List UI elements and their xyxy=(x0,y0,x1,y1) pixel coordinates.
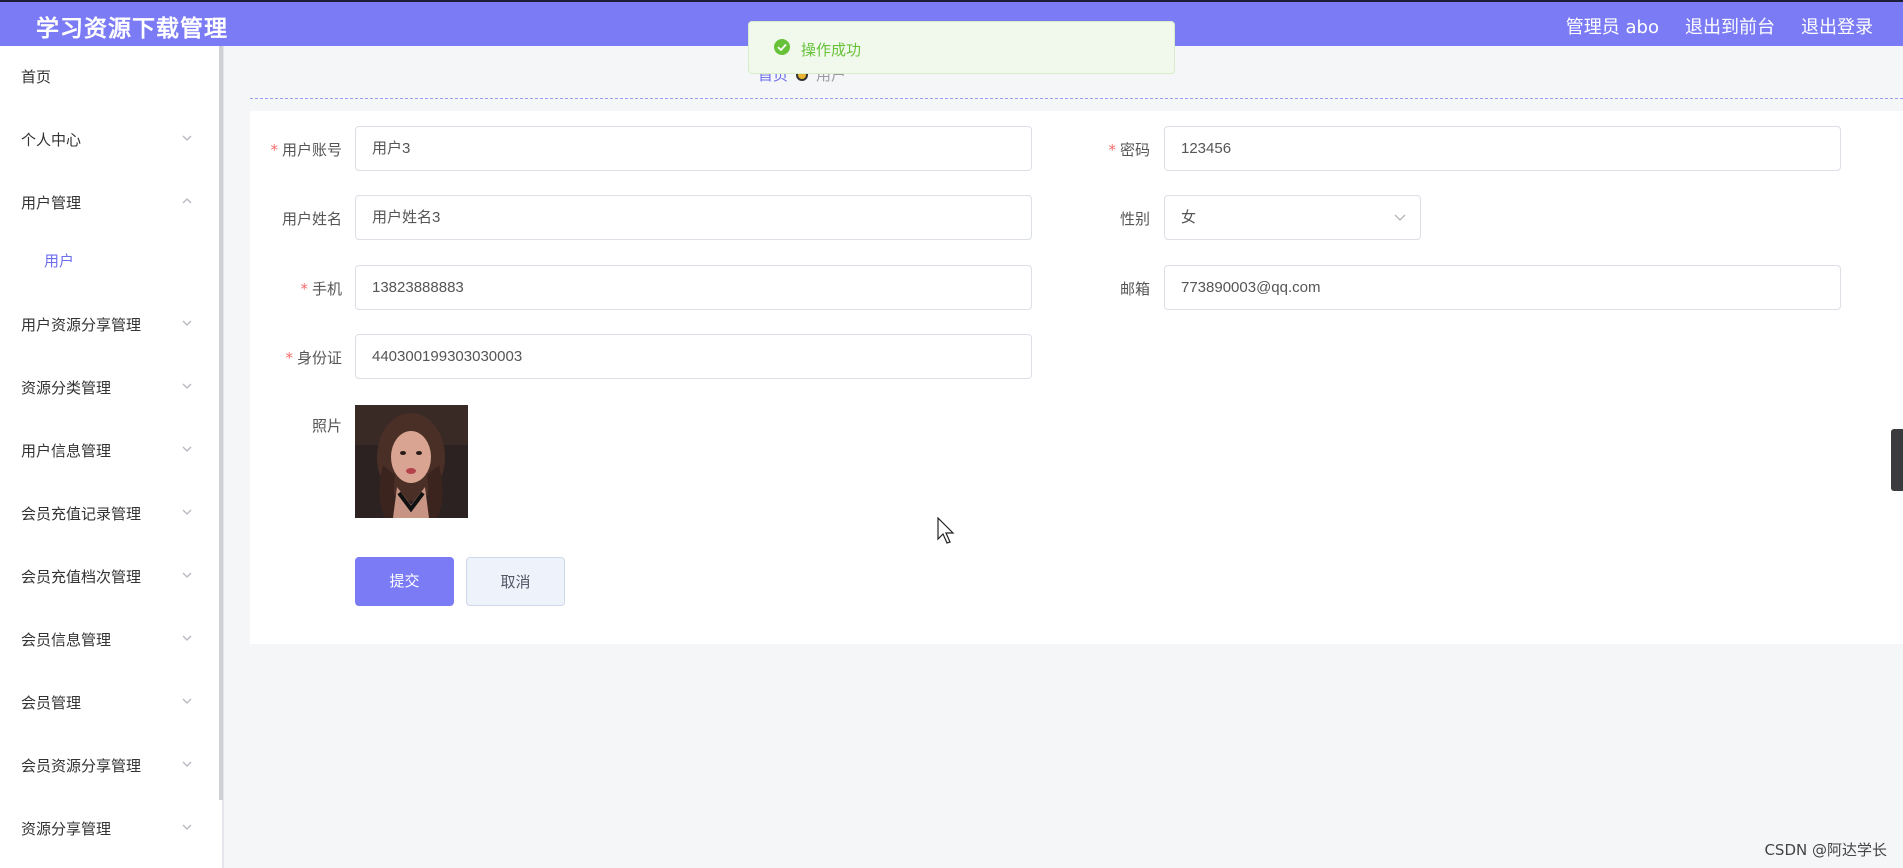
toast-message: 操作成功 xyxy=(801,41,862,59)
sidebar-item-user-resource-share[interactable]: 用户资源分享管理 xyxy=(0,304,218,344)
logout-link[interactable]: 退出登录 xyxy=(1801,13,1873,39)
sidebar: 首页 个人中心 用户管理 用户 用户资源分享管理 资源分类管理 用户信息管理 会… xyxy=(0,46,224,868)
sidebar-subitem-user[interactable]: 用户 xyxy=(0,240,218,280)
chevron-down-icon xyxy=(182,320,192,326)
gender-label: 性别 xyxy=(1119,210,1150,228)
breadcrumb-divider xyxy=(250,98,1903,99)
sidebar-item-label: 用户资源分享管理 xyxy=(21,316,142,334)
sidebar-item-label: 会员信息管理 xyxy=(21,631,112,649)
sidebar-item-member-resource-share[interactable]: 会员资源分享管理 xyxy=(0,745,218,785)
sidebar-item-label: 首页 xyxy=(21,68,52,86)
username-label: * 用户账号 xyxy=(270,141,342,159)
required-mark: * xyxy=(1108,141,1116,159)
sidebar-item-label: 用户信息管理 xyxy=(21,442,112,460)
sidebar-item-label: 用户管理 xyxy=(21,194,82,212)
id-card-label: * 身份证 xyxy=(285,349,342,367)
phone-label: * 手机 xyxy=(300,280,342,298)
check-circle-icon xyxy=(774,39,790,55)
app-title: 学习资源下载管理 xyxy=(36,16,228,42)
sidebar-item-label: 会员充值记录管理 xyxy=(21,505,142,523)
sidebar-item-label: 会员管理 xyxy=(21,694,82,712)
gender-select[interactable]: 女 xyxy=(1164,195,1421,240)
sidebar-item-home[interactable]: 首页 xyxy=(0,56,218,96)
photo-label: 照片 xyxy=(311,417,342,435)
sidebar-item-label: 会员资源分享管理 xyxy=(21,757,142,775)
cancel-button[interactable]: 取消 xyxy=(466,557,565,606)
required-mark: * xyxy=(270,141,278,159)
sidebar-item-label: 个人中心 xyxy=(21,131,82,149)
portrait-image xyxy=(355,405,468,518)
required-mark: * xyxy=(285,349,293,367)
watermark: CSDN @阿达学长 xyxy=(1764,841,1887,859)
sidebar-scrollbar[interactable] xyxy=(219,46,223,800)
sidebar-item-resource-category[interactable]: 资源分类管理 xyxy=(0,367,218,407)
chevron-down-icon xyxy=(182,824,192,830)
name-label: 用户姓名 xyxy=(281,210,342,228)
sidebar-item-label: 会员充值档次管理 xyxy=(21,568,142,586)
chevron-down-icon xyxy=(182,572,192,578)
user-photo[interactable] xyxy=(355,405,468,518)
chevron-down-icon xyxy=(182,135,192,141)
sidebar-item-recharge-tiers[interactable]: 会员充值档次管理 xyxy=(0,556,218,596)
required-mark: * xyxy=(300,280,308,298)
submit-button[interactable]: 提交 xyxy=(355,557,454,606)
password-label: * 密码 xyxy=(1108,141,1150,159)
sidebar-item-member-info[interactable]: 会员信息管理 xyxy=(0,619,218,659)
sidebar-item-user-info[interactable]: 用户信息管理 xyxy=(0,430,218,470)
chevron-down-icon xyxy=(182,635,192,641)
chevron-down-icon xyxy=(182,509,192,515)
sidebar-item-recharge-records[interactable]: 会员充值记录管理 xyxy=(0,493,218,533)
gender-selected-value: 女 xyxy=(1181,209,1197,226)
email-label: 邮箱 xyxy=(1119,280,1150,298)
password-field[interactable]: 123456 xyxy=(1164,126,1841,171)
email-field[interactable]: 773890003@qq.com xyxy=(1164,265,1841,310)
name-field[interactable]: 用户姓名3 xyxy=(355,195,1032,240)
exit-to-frontend-link[interactable]: 退出到前台 xyxy=(1685,13,1775,39)
sidebar-item-label: 资源分享管理 xyxy=(21,820,112,838)
sidebar-item-personal-center[interactable]: 个人中心 xyxy=(0,119,218,159)
chevron-down-icon xyxy=(182,383,192,389)
success-toast: 操作成功 xyxy=(748,21,1175,74)
admin-user-label[interactable]: 管理员 abo xyxy=(1566,13,1659,39)
sidebar-item-user-management[interactable]: 用户管理 xyxy=(0,182,218,222)
chevron-down-icon xyxy=(182,698,192,704)
header-actions: 管理员 abo 退出到前台 退出登录 xyxy=(1566,13,1873,39)
sidebar-item-label: 用户 xyxy=(44,252,75,270)
sidebar-item-label: 资源分类管理 xyxy=(21,379,112,397)
phone-field[interactable]: 13823888883 xyxy=(355,265,1032,310)
sidebar-item-member-management[interactable]: 会员管理 xyxy=(0,682,218,722)
sidebar-item-resource-share[interactable]: 资源分享管理 xyxy=(0,808,218,848)
app-window: 学习资源下载管理 管理员 abo 退出到前台 退出登录 首页 个人中心 用户管理… xyxy=(0,0,1903,868)
chevron-down-icon xyxy=(182,761,192,767)
id-card-field[interactable]: 440300199303030003 xyxy=(355,334,1032,379)
side-drawer-handle[interactable] xyxy=(1891,429,1903,491)
username-field[interactable]: 用户3 xyxy=(355,126,1032,171)
chevron-up-icon xyxy=(182,198,192,204)
mouse-cursor-icon xyxy=(937,517,955,544)
chevron-down-icon xyxy=(182,446,192,452)
chevron-down-icon xyxy=(1394,214,1406,221)
